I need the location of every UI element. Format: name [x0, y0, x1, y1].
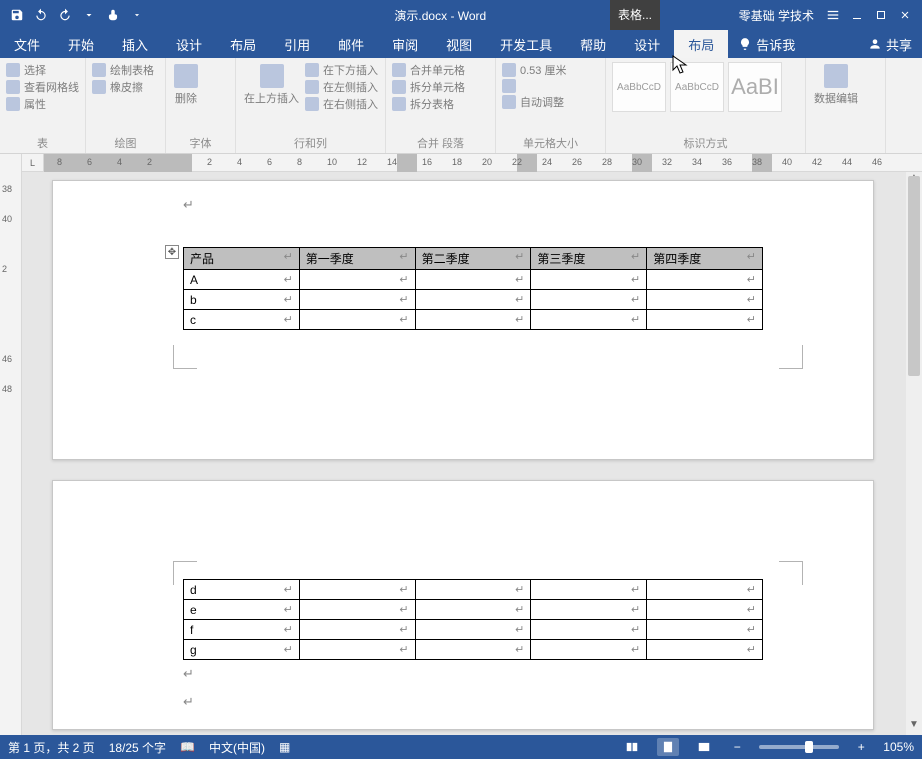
group-cell-size-label: 单元格大小	[502, 133, 599, 151]
insert-above-button[interactable]: 在上方插入	[244, 90, 299, 106]
table-row: f↵↵↵↵↵	[184, 620, 763, 640]
merge-cells-button[interactable]: 合并单元格	[410, 62, 465, 78]
save-button[interactable]	[6, 4, 28, 26]
vertical-scrollbar[interactable]: ▲ ▼	[906, 172, 922, 735]
language-indicator[interactable]: 中文(中国)	[209, 739, 265, 756]
word-count[interactable]: 18/25 个字	[109, 739, 166, 756]
account-label[interactable]: 零基础 学技术	[733, 5, 820, 26]
tab-view[interactable]: 视图	[432, 30, 486, 58]
page-1[interactable]: ↵ ✥ 产品↵ 第一季度↵ 第二季度↵ 第三季度↵ 第四季度↵	[52, 180, 874, 460]
tab-selector[interactable]: L	[22, 154, 44, 172]
close-button[interactable]	[894, 4, 916, 26]
group-merge-label: 合并 段落	[392, 133, 489, 151]
scroll-thumb[interactable]	[908, 176, 920, 376]
table-move-handle[interactable]: ✥	[165, 245, 179, 259]
page-indicator[interactable]: 第 1 页，共 2 页	[8, 739, 95, 756]
delete-button[interactable]: 删除	[175, 90, 197, 106]
table-row: d↵↵↵↵↵	[184, 580, 763, 600]
status-bar: 第 1 页，共 2 页 18/25 个字 📖 中文(中国) ▦ − + 105%	[0, 735, 922, 759]
tell-me[interactable]: 告诉我	[728, 30, 805, 58]
tab-file[interactable]: 文件	[0, 30, 54, 58]
draw-table-button[interactable]: 绘制表格	[110, 62, 154, 78]
zoom-slider[interactable]	[759, 745, 839, 749]
insert-right-button[interactable]: 在右侧插入	[323, 96, 378, 112]
group-draw-label: 绘图	[92, 133, 159, 151]
document-area: 38 40 2 46 48 L 8 6 4 2 2 4 6 8 10 12 14…	[0, 154, 922, 735]
tab-review[interactable]: 审阅	[378, 30, 432, 58]
web-layout-button[interactable]	[693, 738, 715, 756]
page-2[interactable]: d↵↵↵↵↵ e↵↵↵↵↵ f↵↵↵↵↵ g↵↵↵↵↵ ↵ ↵	[52, 480, 874, 730]
paragraph-mark: ↵	[183, 197, 803, 213]
vertical-ruler[interactable]: 38 40 2 46 48	[0, 154, 22, 735]
document-table-2[interactable]: d↵↵↵↵↵ e↵↵↵↵↵ f↵↵↵↵↵ g↵↵↵↵↵	[183, 579, 763, 660]
share-label: 共享	[886, 35, 912, 54]
table-row: g↵↵↵↵↵	[184, 640, 763, 660]
touch-mode-button[interactable]	[102, 4, 124, 26]
table-row: A↵↵↵↵↵	[184, 270, 763, 290]
horizontal-ruler[interactable]: L 8 6 4 2 2 4 6 8 10 12 14 16 18 20 22 2…	[22, 154, 922, 172]
style-preview-2[interactable]: AaBbCcD	[670, 62, 724, 112]
tab-developer[interactable]: 开发工具	[486, 30, 566, 58]
share-button[interactable]: 共享	[858, 30, 922, 58]
undo-button[interactable]	[30, 4, 52, 26]
zoom-level[interactable]: 105%	[883, 740, 914, 754]
table-row: c↵↵↵↵↵	[184, 310, 763, 330]
group-font-label: 字体	[172, 133, 229, 151]
tab-references[interactable]: 引用	[270, 30, 324, 58]
tab-insert[interactable]: 插入	[108, 30, 162, 58]
minimize-button[interactable]	[846, 4, 868, 26]
tell-me-label: 告诉我	[756, 35, 795, 54]
redo-button[interactable]	[54, 4, 76, 26]
split-cells-button[interactable]: 拆分单元格	[410, 79, 465, 95]
row-height-input[interactable]: 0.53 厘米	[520, 62, 566, 78]
style-preview-3[interactable]: AaBI	[728, 62, 782, 112]
group-align-label: 标识方式	[612, 133, 799, 151]
paragraph-mark: ↵	[183, 666, 803, 682]
table-tools-context-tab[interactable]: 表格...	[610, 0, 660, 30]
table-row: b↵↵↵↵↵	[184, 290, 763, 310]
ribbon-options-button[interactable]	[822, 4, 844, 26]
group-rows-cols-label: 行和列	[242, 133, 379, 151]
tab-design[interactable]: 设计	[162, 30, 216, 58]
eraser-button[interactable]: 橡皮擦	[110, 79, 143, 95]
insert-left-button[interactable]: 在左侧插入	[323, 79, 378, 95]
zoom-out-button[interactable]: −	[729, 740, 745, 754]
insert-below-button[interactable]: 在下方插入	[323, 62, 378, 78]
qat-customize-button[interactable]	[126, 4, 148, 26]
tab-mailings[interactable]: 邮件	[324, 30, 378, 58]
data-edit-button[interactable]: 数据编辑	[814, 90, 858, 106]
group-table-label: 表	[6, 133, 79, 151]
tab-help[interactable]: 帮助	[566, 30, 620, 58]
split-table-button[interactable]: 拆分表格	[410, 96, 454, 112]
paragraph-mark: ↵	[183, 694, 803, 710]
zoom-in-button[interactable]: +	[853, 740, 869, 754]
spellcheck-icon[interactable]: 📖	[180, 740, 195, 754]
quick-access-toolbar	[6, 4, 148, 26]
qat-more-button[interactable]	[78, 4, 100, 26]
read-mode-button[interactable]	[621, 738, 643, 756]
view-gridlines-button[interactable]: 查看网格线	[24, 79, 79, 95]
ribbon-tabs: 文件 开始 插入 设计 布局 引用 邮件 审阅 视图 开发工具 帮助 设计 布局…	[0, 30, 922, 58]
ribbon: 选择 查看网格线 属性 表 绘制表格 橡皮擦 绘图 删除 字体 在上方插入 在下…	[0, 58, 922, 154]
tab-layout[interactable]: 布局	[216, 30, 270, 58]
macro-icon[interactable]: ▦	[279, 740, 290, 754]
title-bar: 演示.docx - Word 表格... 零基础 学技术	[0, 0, 922, 30]
autofit-button[interactable]: 自动调整	[520, 94, 564, 110]
print-layout-button[interactable]	[657, 738, 679, 756]
tab-home[interactable]: 开始	[54, 30, 108, 58]
style-preview-1[interactable]: AaBbCcD	[612, 62, 666, 112]
tab-table-design[interactable]: 设计	[620, 30, 674, 58]
table-row: e↵↵↵↵↵	[184, 600, 763, 620]
properties-button[interactable]: 属性	[24, 96, 46, 112]
scroll-down-icon[interactable]: ▼	[906, 719, 922, 735]
select-button[interactable]: 选择	[24, 62, 46, 78]
tab-table-layout[interactable]: 布局	[674, 30, 728, 58]
document-table-1[interactable]: 产品↵ 第一季度↵ 第二季度↵ 第三季度↵ 第四季度↵ A↵↵↵↵↵ b↵↵↵↵…	[183, 247, 763, 330]
maximize-button[interactable]	[870, 4, 892, 26]
